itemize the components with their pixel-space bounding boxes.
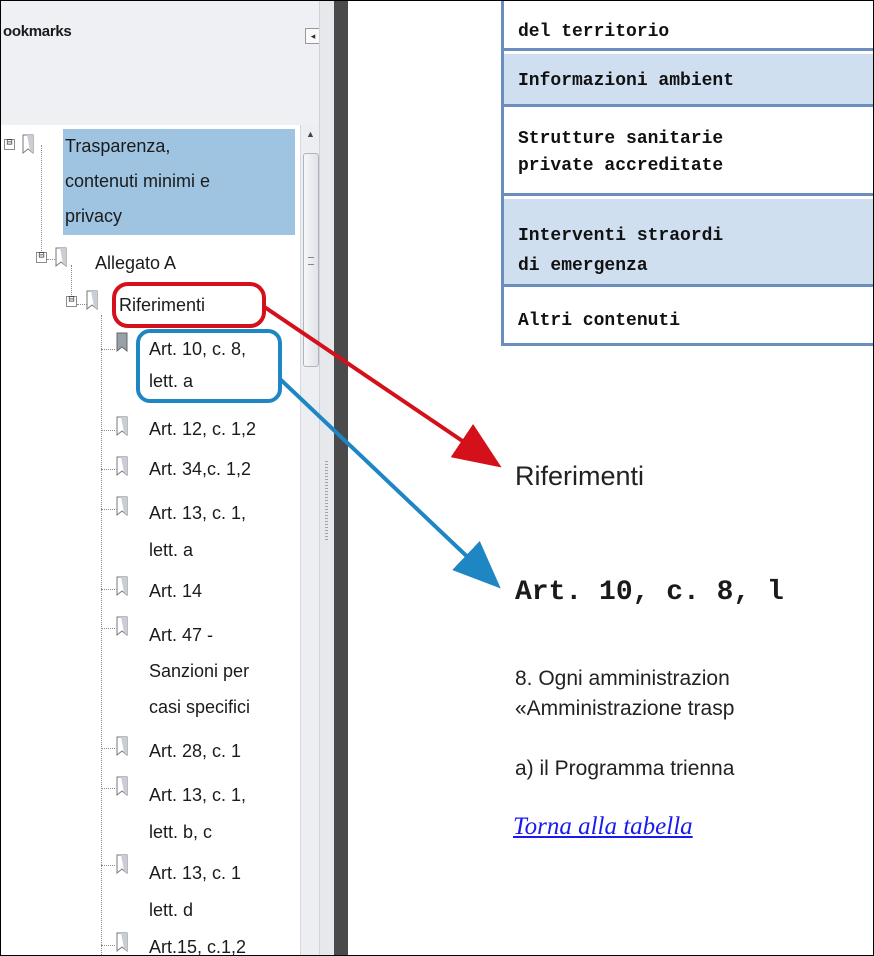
label-line: Art. 13, c. 1, (149, 785, 247, 805)
bookmark-icon (22, 134, 34, 155)
back-to-table-link[interactable]: Torna alla tabella (513, 813, 693, 841)
collapse-toggle[interactable]: ⊟ (36, 252, 47, 263)
bookmark-label: Art.15, c.1,2 (149, 937, 247, 956)
label-line: casi specifici (149, 697, 251, 717)
panel-header: ookmarks ◂ (1, 1, 334, 67)
bookmark-icon (86, 290, 98, 311)
tree-scrollbar[interactable]: ▲ (300, 125, 319, 955)
bookmark-icon (116, 332, 128, 353)
scroll-up-arrow[interactable]: ▲ (301, 129, 319, 143)
label-line: Trasparenza, (65, 136, 171, 156)
panel-splitter[interactable] (319, 1, 335, 955)
thumb-grip (308, 257, 314, 265)
bookmark-label: Art. 13, c. 1 lett. d (149, 855, 241, 929)
bookmark-icon (116, 616, 128, 637)
article-heading: Art. 10, c. 8, l (515, 577, 784, 608)
label-line: Art. 13, c. 1 (149, 863, 242, 883)
bookmark-icon (116, 854, 128, 875)
bookmarks-toolbar (1, 67, 334, 172)
bookmark-label: Art. 13, c. 1, lett. b, c (149, 777, 246, 851)
label-line: lett. a (149, 371, 194, 391)
bookmark-icon (116, 496, 128, 517)
bookmark-icon (116, 932, 128, 953)
label-line: lett. d (149, 900, 194, 920)
table-cell-text: Interventi straordi (518, 226, 724, 246)
bookmark-icon (116, 456, 128, 477)
label-line: lett. a (149, 540, 194, 560)
bookmark-label: Allegato A (95, 253, 177, 273)
table-row: Altri contenuti (504, 290, 873, 340)
table-row: del territorio (504, 1, 873, 51)
bookmark-label: Art. 28, c. 1 (149, 741, 242, 761)
bookmarks-panel: ookmarks ◂ ⊟ Trasparenza, contenuti mini… (1, 1, 334, 956)
table-cell-text: private accreditate (518, 156, 724, 176)
label-line: Art. 47 - (149, 625, 214, 645)
table-row: Strutture sanitarie private accreditate (504, 110, 873, 196)
table-row: Interventi straordi di emergenza (504, 199, 873, 287)
content-table: del territorio Informazioni ambient Stru… (501, 1, 873, 346)
table-cell-text: Strutture sanitarie (518, 129, 724, 149)
label-line: Art. 10, c. 8, (149, 339, 247, 359)
bookmark-label: Art. 12, c. 1,2 (149, 419, 257, 439)
item-line: a) il Programma trienna (515, 757, 735, 780)
bookmark-label: Art. 47 - Sanzioni per casi specifici (149, 617, 250, 725)
bookmark-icon (116, 776, 128, 797)
collapse-toggle[interactable]: ⊟ (66, 296, 77, 307)
table-row: Informazioni ambient (504, 54, 873, 107)
tree-guide (41, 145, 42, 263)
bookmark-label: Art. 13, c. 1, lett. a (149, 495, 246, 569)
bookmark-label: Riferimenti (119, 295, 206, 315)
section-heading: Riferimenti (515, 461, 645, 491)
document-gutter (334, 1, 348, 955)
bookmark-label: Art. 10, c. 8, lett. a (149, 333, 246, 397)
label-line: Art. 13, c. 1, (149, 503, 247, 523)
bookmark-label: Art. 14 (149, 581, 203, 601)
paragraph-line: 8. Ogni amministrazion (515, 667, 730, 690)
label-line: Sanzioni per (149, 661, 250, 681)
bookmark-tree: ⊟ Trasparenza, contenuti minimi e privac… (1, 125, 319, 956)
screenshot-frame: ookmarks ◂ ⊟ Trasparenza, contenuti mini… (0, 0, 874, 956)
paragraph-line: «Amministrazione trasp (515, 697, 735, 720)
bookmark-icon (55, 247, 67, 268)
table-cell-text: di emergenza (518, 256, 648, 276)
label-line: lett. b, c (149, 822, 213, 842)
table-cell-text: Altri contenuti (518, 311, 681, 331)
bookmark-icon (116, 416, 128, 437)
tree-guide (101, 315, 102, 955)
panel-title: ookmarks (3, 23, 72, 40)
bookmark-icon (116, 736, 128, 757)
bookmark-icon (116, 576, 128, 597)
bookmark-label: Trasparenza, contenuti minimi e privacy (63, 129, 295, 235)
label-line: contenuti minimi e (65, 171, 211, 191)
table-cell-text: del territorio (518, 22, 670, 42)
label-line: privacy (65, 206, 123, 226)
table-cell-text: Informazioni ambient (518, 71, 735, 91)
scroll-thumb[interactable] (303, 153, 319, 367)
collapse-toggle[interactable]: ⊟ (4, 139, 15, 150)
bookmark-label: Art. 34,c. 1,2 (149, 459, 252, 479)
document-view: del territorio Informazioni ambient Stru… (348, 1, 873, 955)
splitter-grip (325, 461, 328, 541)
